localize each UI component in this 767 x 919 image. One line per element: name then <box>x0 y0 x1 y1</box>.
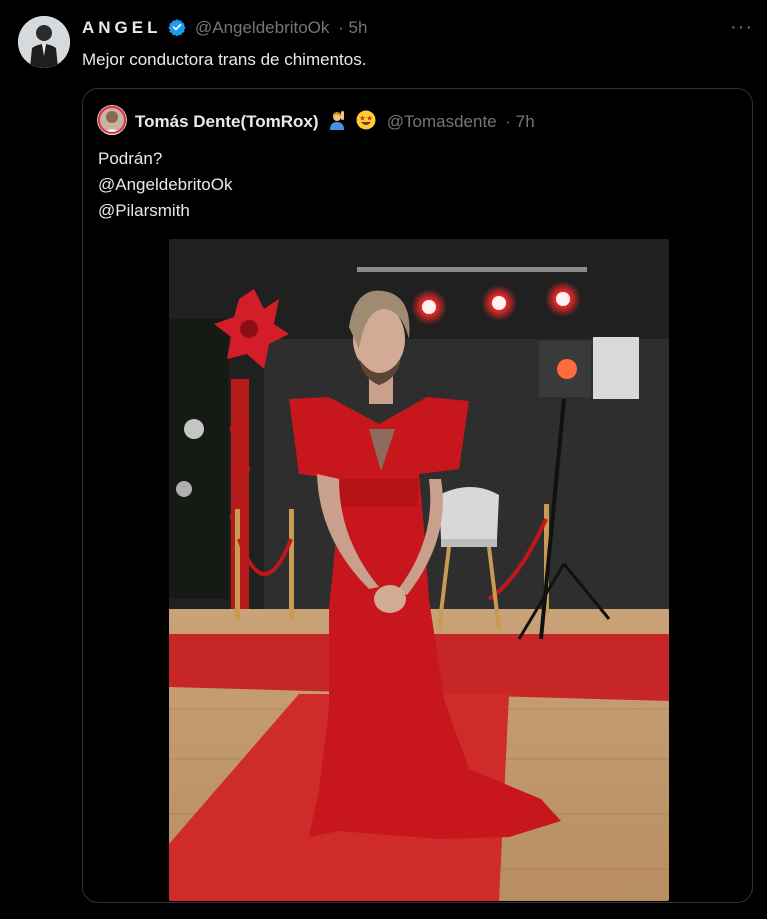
quoted-header: Tomás Dente(TomRox) @Tomasdente · 7h <box>135 110 535 135</box>
quoted-text: Podrán? @AngeldebritoOk @Pilarsmith <box>98 146 232 224</box>
quoted-handle[interactable]: @Tomasdente <box>387 112 497 131</box>
quoted-tweet[interactable]: Tomás Dente(TomRox) @Tomasdente · 7h Pod… <box>82 88 753 903</box>
tweet: ANGEL @AngeldebritoOk · 5h ··· Mejor con… <box>0 0 767 919</box>
more-icon[interactable]: ··· <box>730 16 753 39</box>
quoted-author-name[interactable]: Tomás Dente(TomRox) <box>135 112 319 131</box>
author-name[interactable]: ANGEL <box>82 18 162 37</box>
quoted-time[interactable]: · 7h <box>505 112 534 131</box>
person-raising-hand-emoji <box>327 110 347 135</box>
mention-link[interactable]: @AngeldebritoOk <box>98 172 232 198</box>
tweet-header: ANGEL @AngeldebritoOk · 5h <box>82 18 367 41</box>
tweet-text: Mejor conductora trans de chimentos. <box>82 50 367 69</box>
quoted-photo[interactable] <box>169 239 669 901</box>
quoted-text-line: Podrán? <box>98 149 163 168</box>
star-struck-emoji <box>356 110 376 135</box>
author-avatar[interactable] <box>18 16 70 68</box>
verified-badge-icon <box>168 18 186 41</box>
tweet-time[interactable]: · 5h <box>338 18 367 37</box>
author-handle[interactable]: @AngeldebritoOk <box>195 18 329 37</box>
mention-link[interactable]: @Pilarsmith <box>98 198 232 224</box>
quoted-author-avatar[interactable] <box>97 105 127 135</box>
